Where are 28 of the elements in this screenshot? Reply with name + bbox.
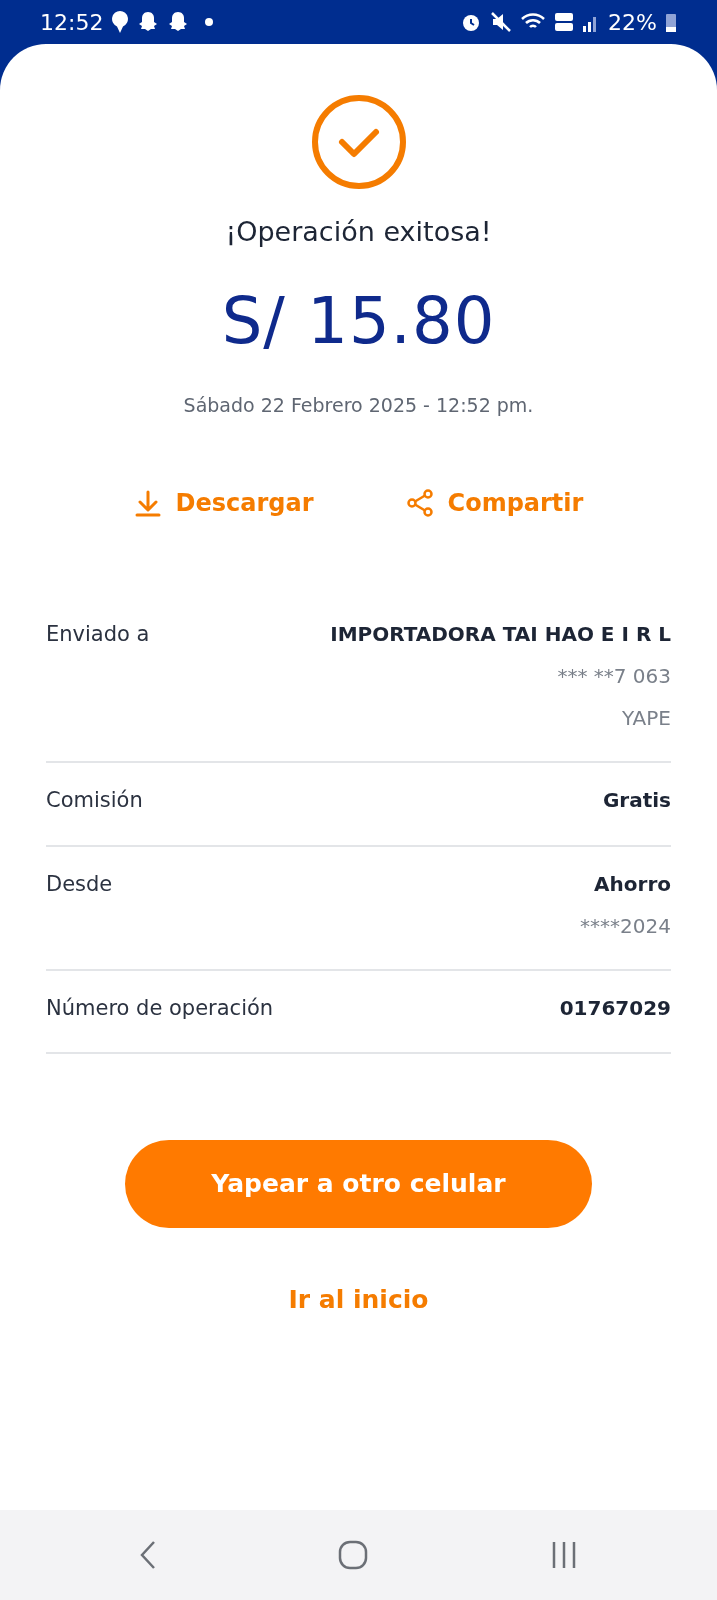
detail-label: Enviado a [46,621,150,648]
detail-value: Gratis [602,787,671,814]
home-icon[interactable] [338,1540,369,1570]
detail-value: IMPORTADORA TAI HAO E I R L [330,621,671,648]
share-button[interactable]: Compartir [405,485,584,521]
detail-label: Desde [46,870,113,898]
success-title: ¡Operación exitosa! [225,215,492,249]
download-button[interactable]: Descargar [133,485,314,521]
detail-value: 01767029 [559,994,671,1022]
download-icon [133,489,162,517]
detail-label: Número de operación [46,994,274,1022]
clock: 12:52 [40,8,104,37]
home-link[interactable]: Ir al inicio [282,1280,435,1320]
chat-icon [111,10,130,34]
date-time: Sábado 22 Febrero 2025 - 12:52 pm. [183,392,534,418]
mute-icon [490,11,513,33]
detail-value: ****2024 [580,912,671,940]
detail-value: Ahorro [593,870,671,898]
detail-value: YAPE [620,705,671,732]
detail-value: *** **7 063 [556,663,671,690]
send-again-button[interactable]: Yapear a otro celular [125,1140,592,1228]
share-icon [405,489,434,517]
battery-level: 22% [608,8,657,37]
amount: S/ 15.80 [221,282,496,360]
battery-icon [665,11,677,33]
detail-label: Comisión [46,787,143,814]
dot-icon [205,18,214,26]
success-check-icon [310,94,407,190]
